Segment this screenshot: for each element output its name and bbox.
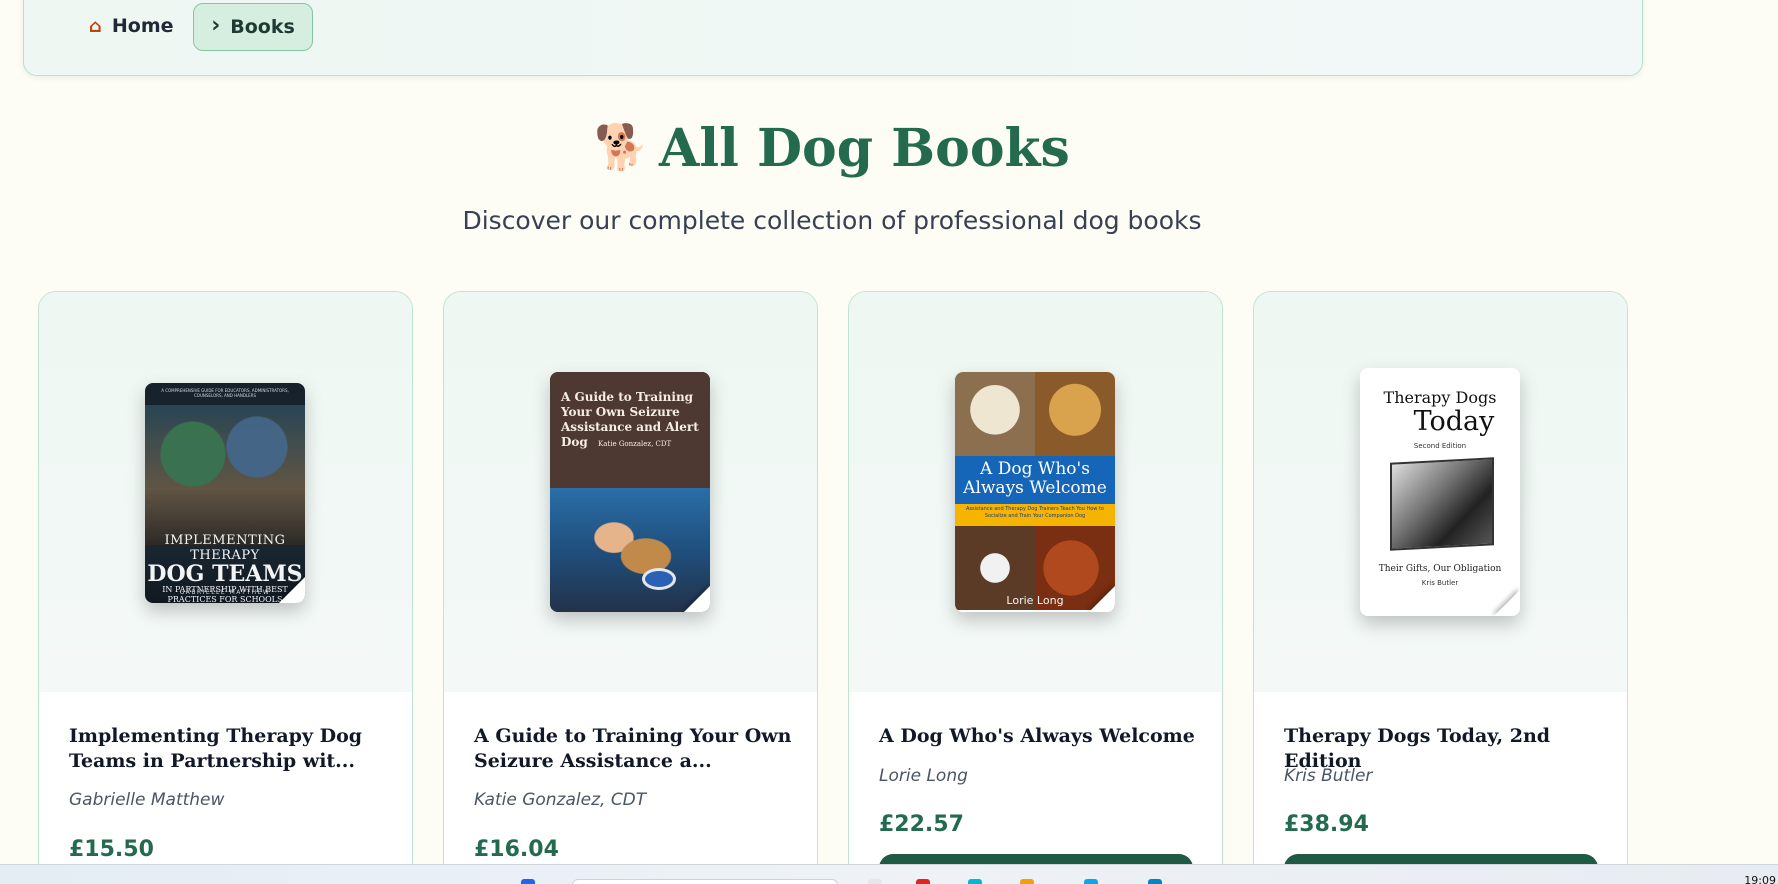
service-vest-shape	[642, 568, 676, 590]
book-cover-area: A Dog Who's Always Welcome Assistance an…	[849, 292, 1222, 692]
app-icon[interactable]	[1148, 879, 1162, 884]
cover-subtitle: Their Gifts, Our Obligation	[1378, 564, 1502, 574]
page-title-text: All Dog Books	[658, 118, 1070, 179]
cover-top-text: A COMPREHENSIVE GUIDE FOR EDUCATORS, ADM…	[161, 388, 289, 398]
folder-icon[interactable]	[1020, 879, 1034, 884]
search-box[interactable]	[572, 879, 838, 884]
book-price: £16.04	[474, 837, 559, 862]
book-author: Katie Gonzalez, CDT	[474, 790, 647, 810]
cover-photo	[955, 372, 1035, 456]
book-cover-image[interactable]: A Guide to Training Your Own Seizure Ass…	[550, 372, 710, 612]
cover-photo	[1035, 372, 1115, 456]
book-card[interactable]: Therapy Dogs Today Second Edition Their …	[1253, 291, 1628, 884]
book-author: Gabrielle Matthew	[69, 790, 225, 810]
cover-edition: Second Edition	[1413, 442, 1467, 450]
page-curl-icon	[684, 586, 710, 612]
book-price: £38.94	[1284, 812, 1369, 837]
book-cover-area: A COMPREHENSIVE GUIDE FOR EDUCATORS, ADM…	[39, 292, 412, 692]
book-title[interactable]: A Dog Who's Always Welcome	[879, 724, 1199, 749]
book-cover-area: A Guide to Training Your Own Seizure Ass…	[444, 292, 817, 692]
book-author: Kris Butler	[1284, 766, 1373, 786]
cover-tagline: Assistance and Therapy Dog Trainers Teac…	[955, 504, 1115, 526]
start-icon[interactable]	[521, 879, 535, 884]
breadcrumb-current-books[interactable]: › Books	[193, 3, 313, 51]
breadcrumb: ⌂ Home › Books	[23, 0, 1643, 76]
app-icon[interactable]	[916, 879, 930, 884]
cover-title: A Guide to Training Your Own Seizure Ass…	[561, 390, 706, 452]
cover-title-line: Therapy Dogs	[1383, 388, 1497, 407]
page-curl-icon	[1089, 586, 1115, 612]
book-price: £22.57	[879, 812, 964, 837]
cover-photo	[1390, 457, 1494, 551]
book-author: Lorie Long	[879, 766, 968, 786]
app-icon[interactable]	[1084, 879, 1098, 884]
book-cover-image[interactable]: A COMPREHENSIVE GUIDE FOR EDUCATORS, ADM…	[145, 383, 305, 603]
book-cover-area: Therapy Dogs Today Second Edition Their …	[1254, 292, 1627, 692]
dog-icon: 🐕	[594, 122, 649, 173]
cover-photo	[145, 405, 305, 545]
breadcrumb-current-label: Books	[230, 16, 295, 38]
cover-title-line: IMPLEMENTING THERAPY	[164, 533, 286, 563]
book-cover-image[interactable]: A Dog Who's Always Welcome Assistance an…	[955, 372, 1115, 612]
book-cover-image[interactable]: Therapy Dogs Today Second Edition Their …	[1360, 368, 1520, 616]
breadcrumb-home-label: Home	[111, 15, 174, 37]
cover-author: Katie Gonzalez, CDT	[598, 440, 672, 448]
task-view-icon[interactable]	[868, 879, 882, 884]
page-title: 🐕 All Dog Books	[0, 118, 1664, 179]
page-curl-icon	[279, 577, 305, 603]
book-title[interactable]: Implementing Therapy Dog Teams in Partne…	[69, 724, 389, 774]
book-title[interactable]: A Guide to Training Your Own Seizure Ass…	[474, 724, 794, 774]
os-taskbar: 19:09	[0, 864, 1778, 884]
page-subtitle: Discover our complete collection of prof…	[462, 206, 1202, 235]
edge-icon[interactable]	[968, 879, 982, 884]
book-card[interactable]: A Dog Who's Always Welcome Assistance an…	[848, 291, 1223, 884]
book-card[interactable]: A COMPREHENSIVE GUIDE FOR EDUCATORS, ADM…	[38, 291, 413, 884]
book-card[interactable]: A Guide to Training Your Own Seizure Ass…	[443, 291, 818, 884]
cover-author: Kris Butler	[1421, 579, 1459, 587]
home-icon: ⌂	[89, 15, 102, 37]
cover-title: A Dog Who's Always Welcome	[955, 456, 1115, 504]
cover-title-line: Today	[1413, 406, 1495, 437]
taskbar-clock[interactable]: 19:09	[1744, 874, 1776, 884]
page-curl-icon	[1494, 590, 1520, 616]
breadcrumb-home-link[interactable]: ⌂ Home	[89, 15, 174, 37]
book-price: £15.50	[69, 837, 154, 862]
chevron-right-icon: ›	[211, 12, 221, 38]
